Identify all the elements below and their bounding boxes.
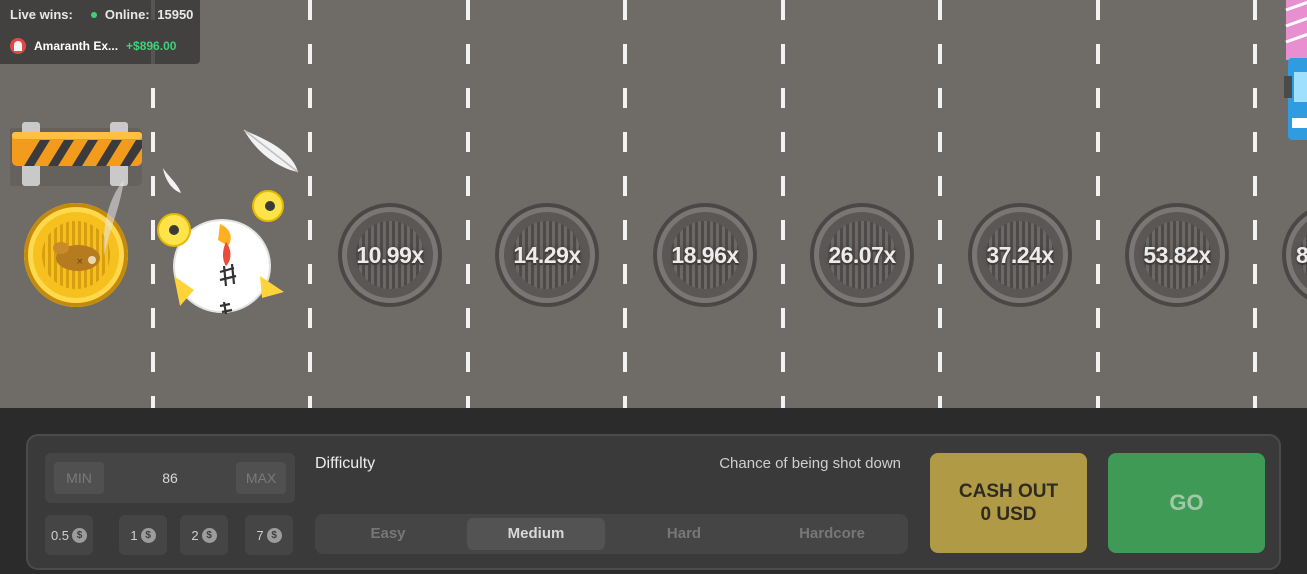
lane-divider — [466, 0, 470, 408]
avatar — [10, 38, 26, 54]
quick-bet-amount: 7 — [256, 527, 264, 543]
multiplier-value: 53.82x — [1143, 242, 1211, 268]
quick-bet-button[interactable]: 2 $ — [180, 515, 228, 555]
dollar-coin-icon: $ — [72, 527, 88, 543]
live-wins-feed: Live wins: Online: 15950 Amaranth Ex... +… — [0, 0, 200, 64]
difficulty-selector: Easy Medium Hard Hardcore — [315, 514, 908, 554]
dollar-coin-icon: $ — [201, 527, 217, 543]
max-bet-button[interactable]: MAX — [236, 462, 286, 494]
lane-divider — [308, 0, 312, 408]
control-panel: MIN 86 MAX 0.5 $ 1 $ 2 $ 7 $ Difficulty Chan… — [26, 434, 1281, 570]
difficulty-label: Difficulty — [315, 455, 376, 472]
multiplier-value: 8 — [1296, 242, 1307, 268]
live-stats: Live wins: Online: 15950 — [10, 7, 193, 22]
online-label: Online: — [104, 7, 150, 22]
multiplier-manhole[interactable]: 18.96x — [653, 203, 757, 307]
online-dot-icon — [90, 12, 97, 19]
cash-out-amount: 0 USD — [980, 504, 1037, 525]
quick-bet-amount: 2 — [191, 527, 199, 543]
multiplier-manhole[interactable]: 14.29x — [495, 203, 599, 307]
multiplier-value: 26.07x — [828, 242, 896, 268]
live-wins-label: Live wins: — [10, 7, 73, 22]
multiplier-manhole[interactable]: 8 — [1282, 203, 1307, 307]
lane-divider — [1253, 0, 1257, 408]
quick-bet-button[interactable]: 7 $ — [245, 515, 293, 555]
lane-divider — [1096, 0, 1100, 408]
win-amount: +$896.00 — [126, 39, 177, 53]
feather-icon — [103, 180, 124, 256]
latest-win: Amaranth Ex... +$896.00 — [10, 38, 176, 54]
difficulty-easy[interactable]: Easy — [319, 518, 457, 550]
lane-divider — [938, 0, 942, 408]
multiplier-value: 14.29x — [513, 242, 581, 268]
cash-out-button[interactable]: CASH OUT 0 USD — [930, 453, 1087, 553]
multiplier-manhole[interactable]: 53.82x — [1125, 203, 1229, 307]
svg-text:×: × — [76, 257, 84, 267]
dollar-coin-icon: $ — [266, 527, 282, 543]
bet-amount-value[interactable]: 86 — [105, 453, 235, 503]
quick-bet-button[interactable]: 0.5 $ — [45, 515, 93, 555]
min-bet-button[interactable]: MIN — [54, 462, 104, 494]
lane-divider — [781, 0, 785, 408]
game-road: × 10.99x 14.29x 18.96x 26.07x 37.24x 53.… — [0, 0, 1307, 408]
quick-bet-button[interactable]: 1 $ — [119, 515, 167, 555]
roast-chicken-icon: × — [53, 242, 100, 271]
feather-icon — [243, 129, 299, 173]
multiplier-manhole[interactable]: 37.24x — [968, 203, 1072, 307]
multiplier-manhole[interactable]: 10.99x — [338, 203, 442, 307]
multiplier-value: 18.96x — [671, 242, 739, 268]
lane-divider — [623, 0, 627, 408]
bet-amount-input[interactable]: MIN 86 MAX — [45, 453, 295, 503]
chicken-icon — [157, 190, 284, 315]
winner-name: Amaranth Ex... — [34, 39, 119, 53]
difficulty-hardcore[interactable]: Hardcore — [763, 518, 901, 550]
cash-out-label: CASH OUT — [958, 481, 1059, 502]
online-count: 15950 — [157, 7, 194, 22]
multiplier-value: 10.99x — [356, 242, 424, 268]
go-button[interactable]: GO — [1108, 453, 1265, 553]
multiplier-value: 37.24x — [986, 242, 1054, 268]
difficulty-medium[interactable]: Medium — [467, 518, 605, 550]
multiplier-manhole[interactable]: 26.07x — [810, 203, 914, 307]
quick-bet-amount: 1 — [130, 527, 138, 543]
dollar-coin-icon: $ — [140, 527, 156, 543]
difficulty-hard[interactable]: Hard — [615, 518, 753, 550]
chance-label: Chance of being shot down — [719, 455, 901, 472]
quick-bet-amount: 0.5 — [50, 527, 70, 543]
truck-icon — [1284, 0, 1307, 140]
